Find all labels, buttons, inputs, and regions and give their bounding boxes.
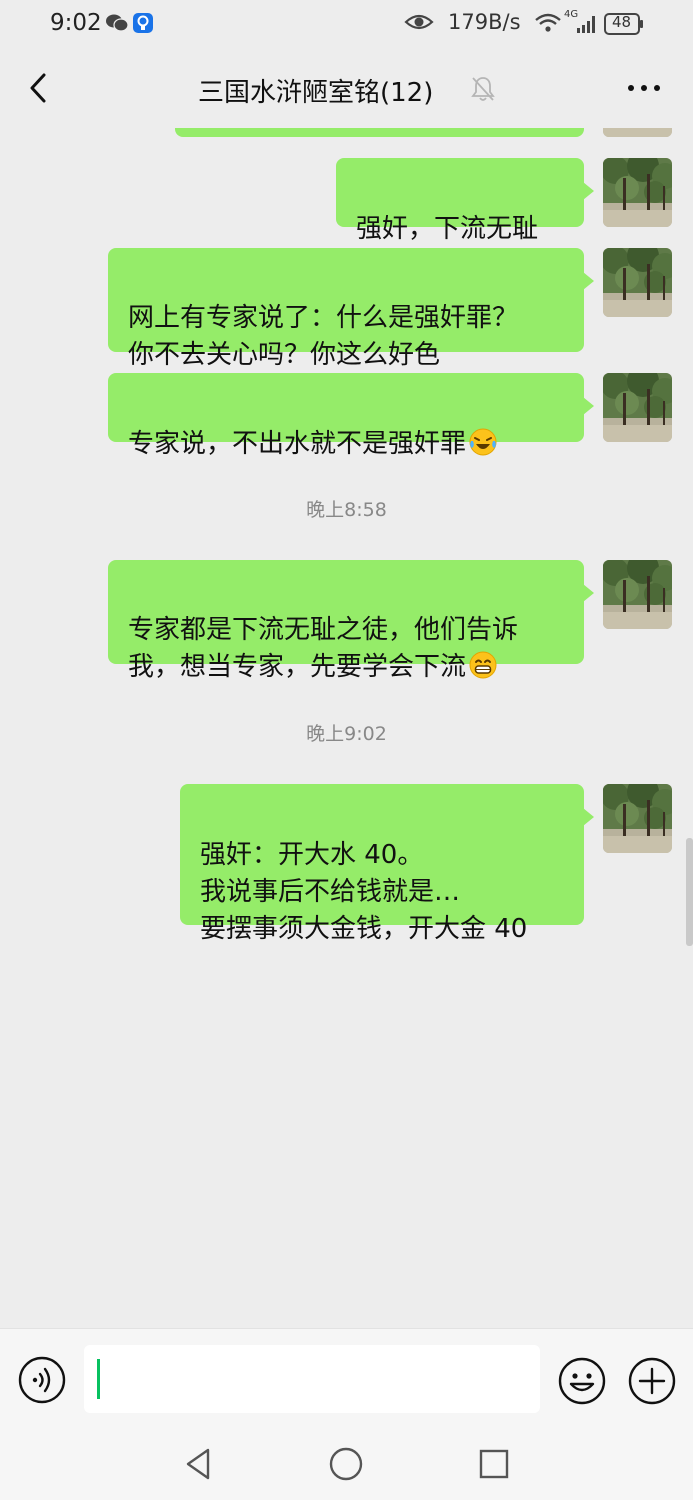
- message-text: 强奸，下流无耻: [356, 214, 539, 244]
- nav-recents-button[interactable]: [474, 1444, 514, 1484]
- input-bar: [0, 1328, 693, 1428]
- message-text: 网上有专家说了：什么是强奸罪？ 你不去关心吗？你这么好色: [128, 303, 519, 370]
- system-nav-bar: [0, 1428, 693, 1500]
- chat-header: 三国水浒陋室铭(12): [0, 50, 693, 128]
- message-input[interactable]: [84, 1345, 540, 1413]
- avatar[interactable]: [603, 784, 672, 853]
- avatar[interactable]: [603, 128, 672, 137]
- message-bubble[interactable]: 专家都是下流无耻之徒，他们告诉 我，想当专家，先要学会下流: [108, 560, 594, 682]
- more-button[interactable]: [624, 78, 664, 98]
- message-bubble[interactable]: 强奸：开大水 40。 我说事后不给钱就是… 要摆事须大金钱，开大金 40: [180, 784, 594, 944]
- avatar[interactable]: [603, 560, 672, 629]
- message-bubble-partial[interactable]: [175, 128, 584, 137]
- message-text: 专家都是下流无耻之徒，他们告诉 我，想当专家，先要学会下流: [128, 615, 519, 682]
- avatar[interactable]: [603, 373, 672, 442]
- emoji-button[interactable]: [557, 1356, 607, 1406]
- net-speed: 179B/s: [448, 10, 521, 34]
- status-time: 9:02: [50, 10, 102, 36]
- chevron-left-icon: [30, 73, 46, 103]
- wifi-icon: [535, 13, 561, 32]
- status-bar: 9:02 179B/s 4G 48: [0, 0, 693, 50]
- eye-icon: [404, 14, 434, 30]
- notification-app-icon: [133, 13, 153, 33]
- chat-scrollbar[interactable]: [686, 838, 693, 946]
- chat-title: 三国水浒陋室铭(12): [198, 78, 434, 108]
- text-cursor: [97, 1359, 100, 1399]
- chat-messages[interactable]: 强奸，下流无耻 网上有专家说了：什么是强奸罪？ 你不去关心吗？你这么好色 专家说…: [0, 128, 693, 1328]
- message-bubble[interactable]: 专家说，不出水就不是强奸罪: [108, 373, 594, 459]
- grinning-emoji-icon: [469, 651, 497, 679]
- message-bubble[interactable]: 强奸，下流无耻: [336, 158, 594, 244]
- message-text: 强奸：开大水 40。 我说事后不给钱就是… 要摆事须大金钱，开大金 40: [200, 840, 528, 944]
- message-text: 专家说，不出水就不是强奸罪: [128, 429, 467, 459]
- bell-off-icon: [471, 77, 495, 101]
- nav-home-button[interactable]: [326, 1444, 366, 1484]
- nav-back-button[interactable]: [180, 1444, 220, 1484]
- timestamp: 晚上8:58: [306, 499, 387, 521]
- more-functions-button[interactable]: [627, 1356, 677, 1406]
- battery-level: 48: [612, 13, 632, 31]
- voice-button[interactable]: [18, 1356, 66, 1404]
- wechat-icon: [106, 14, 128, 32]
- timestamp: 晚上9:02: [306, 723, 387, 745]
- avatar[interactable]: [603, 248, 672, 317]
- back-button[interactable]: [22, 70, 58, 106]
- avatar[interactable]: [603, 158, 672, 227]
- laughing-crying-emoji-icon: [469, 428, 497, 456]
- message-bubble[interactable]: 网上有专家说了：什么是强奸罪？ 你不去关心吗？你这么好色: [108, 248, 594, 370]
- signal-icon: [577, 16, 595, 33]
